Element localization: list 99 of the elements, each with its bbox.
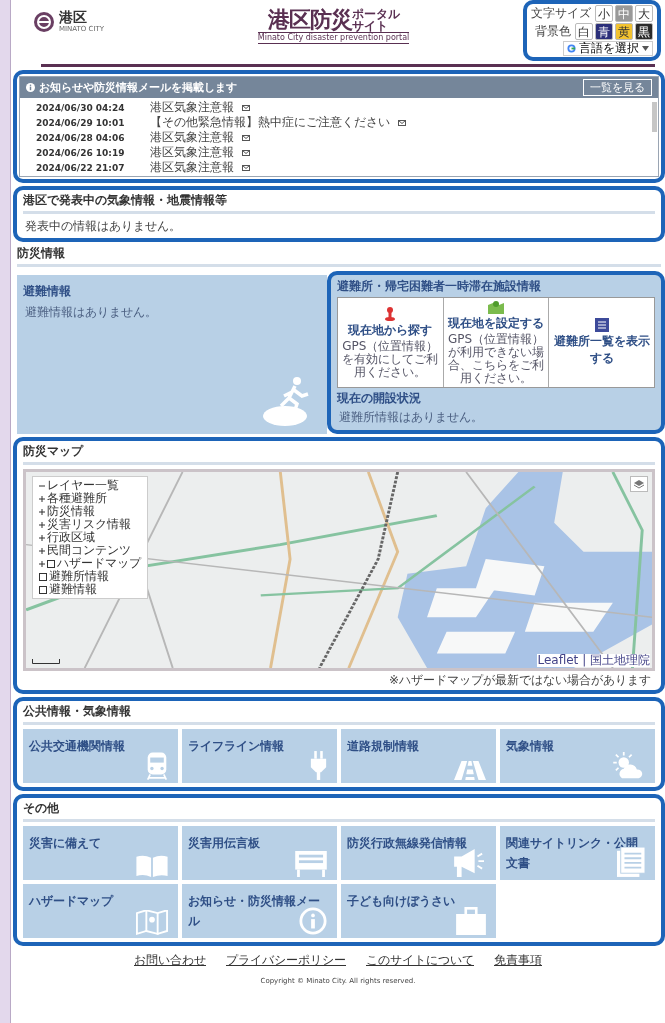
layer-label[interactable]: 防災情報 <box>47 505 95 518</box>
section-heading: 公共情報・気象情報 <box>23 703 655 725</box>
site-subtitle: Minato City disaster prevention portal <box>257 32 410 44</box>
category-tile[interactable]: 子ども向けぼうさい <box>341 884 496 938</box>
mail-icon <box>242 104 250 111</box>
map-note: ※ハザードマップが最新ではない場合があります <box>387 672 651 689</box>
background-color-button[interactable]: 青 <box>595 23 613 40</box>
person-pin-icon <box>385 306 396 321</box>
section-heading: 防災マップ <box>23 443 655 465</box>
road-icon <box>454 761 486 780</box>
board-icon <box>295 851 327 877</box>
view-list-button[interactable]: 一覧を見る <box>583 79 652 96</box>
layer-label[interactable]: 避難所情報 <box>49 570 109 583</box>
notice-link[interactable]: 港区気象注意報 <box>150 159 234 176</box>
background-color-label: 背景色 <box>535 23 571 40</box>
map-pin-icon <box>488 300 504 314</box>
city-emblem-icon <box>33 10 55 33</box>
layer-label[interactable]: 各種避難所 <box>47 492 107 505</box>
category-tile[interactable]: 公共交通機関情報 <box>23 729 178 783</box>
footer-link[interactable]: プライバシーポリシー <box>226 952 346 969</box>
category-tile[interactable]: ライフライン情報 <box>182 729 337 783</box>
font-size-button[interactable]: 小 <box>595 5 613 22</box>
layer-label[interactable]: 災害リスク情報 <box>47 518 131 531</box>
scale-bar-icon <box>32 659 60 664</box>
section-heading: 防災情報 <box>17 245 661 267</box>
document-icon <box>617 847 645 877</box>
notice-title: お知らせや防災情報メールを掲載します <box>39 80 238 95</box>
mail-icon <box>242 134 250 141</box>
book-icon <box>136 855 168 877</box>
notice-link[interactable]: 港区気象注意報 <box>150 144 234 161</box>
notice-date: 2024/06/22 21:07 <box>36 162 126 173</box>
site-title-small: サイト <box>351 20 388 32</box>
plus-icon[interactable] <box>39 495 45 502</box>
panel-message: 避難情報はありません。 <box>25 304 158 321</box>
train-icon <box>146 752 168 780</box>
notice-date: 2024/06/26 10:19 <box>36 147 126 158</box>
notice-link[interactable]: 【その他緊急情報】熱中症にご注意ください <box>150 114 390 131</box>
layers-icon <box>634 479 644 489</box>
google-g-icon <box>567 44 576 53</box>
sun-cloud-icon <box>613 752 645 780</box>
layer-label[interactable]: 民間コンテンツ <box>47 544 131 557</box>
plus-icon[interactable] <box>39 521 45 528</box>
list-icon <box>594 318 609 332</box>
layer-label[interactable]: 行政区域 <box>47 531 95 544</box>
city-name: 港区 <box>59 10 88 25</box>
mail-icon <box>398 119 406 126</box>
panel-message: 避難所情報はありません。 <box>339 409 484 426</box>
mail-icon <box>242 149 250 156</box>
site-title-small: ポータル <box>351 8 400 20</box>
plus-icon[interactable] <box>39 560 45 567</box>
plus-icon[interactable] <box>39 547 45 554</box>
layer-checkbox[interactable] <box>47 559 55 568</box>
category-tile[interactable]: 防災行政無線発信情報 <box>341 826 496 880</box>
map-icon <box>136 910 168 935</box>
notice-date: 2024/06/28 04:06 <box>36 132 126 143</box>
panel-title: 現在の開設状況 <box>337 390 422 407</box>
panel-title[interactable]: 避難情報 <box>23 283 321 300</box>
footer-link[interactable]: 免責事項 <box>494 952 542 969</box>
layer-label[interactable]: 避難情報 <box>49 583 97 596</box>
background-color-button[interactable]: 黒 <box>635 23 653 40</box>
scrollbar[interactable] <box>652 102 657 132</box>
alert-message: 発表中の情報はありません。 <box>25 218 182 235</box>
info-icon <box>299 907 327 935</box>
category-tile[interactable]: ハザードマップ <box>23 884 178 938</box>
background-color-button[interactable]: 白 <box>575 23 593 40</box>
info-icon <box>26 83 35 92</box>
font-size-label: 文字サイズ <box>531 5 591 22</box>
panel-title[interactable]: 避難所・帰宅困難者一時滞在施設情報 <box>337 278 655 295</box>
footer-link[interactable]: お問い合わせ <box>134 952 206 969</box>
font-size-button[interactable]: 大 <box>635 5 653 22</box>
layer-checkbox[interactable] <box>39 585 47 594</box>
layer-label[interactable]: ハザードマップ <box>57 557 141 570</box>
language-select[interactable]: 言語を選択 <box>563 41 653 56</box>
mail-icon <box>242 164 250 171</box>
notice-date: 2024/06/29 10:01 <box>36 117 126 128</box>
layers-button[interactable] <box>630 476 648 492</box>
caret-icon <box>642 46 649 51</box>
bag-icon <box>456 907 486 935</box>
notice-link[interactable]: 港区気象注意報 <box>150 129 234 146</box>
category-tile[interactable]: 気象情報 <box>500 729 655 783</box>
minus-icon[interactable] <box>39 482 45 489</box>
layer-checkbox[interactable] <box>39 572 47 581</box>
category-tile[interactable]: 災害用伝言板 <box>182 826 337 880</box>
category-tile[interactable]: 道路規制情報 <box>341 729 496 783</box>
notice-date: 2024/06/30 04:24 <box>36 102 126 113</box>
map-attribution: Leaflet | 国土地理院 <box>537 654 650 667</box>
category-tile[interactable]: お知らせ・防災情報メール <box>182 884 337 938</box>
site-title: 港区防災 <box>267 8 352 32</box>
megaphone-icon <box>454 849 486 877</box>
notice-link[interactable]: 港区気象注意報 <box>150 99 234 116</box>
footer-link[interactable]: このサイトについて <box>366 952 474 969</box>
section-heading: その他 <box>23 800 655 822</box>
plus-icon[interactable] <box>39 508 45 515</box>
layer-label[interactable]: レイヤー一覧 <box>47 479 119 492</box>
background-color-button[interactable]: 黄 <box>615 23 633 40</box>
plus-icon[interactable] <box>39 534 45 541</box>
section-heading: 港区で発表中の気象情報・地震情報等 <box>23 192 655 214</box>
plug-icon <box>310 751 327 780</box>
category-tile[interactable]: 災害に備えて <box>23 826 178 880</box>
